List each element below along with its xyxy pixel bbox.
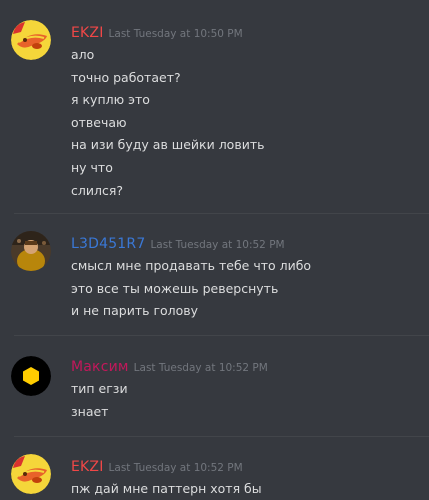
message-line: и не парить голову — [71, 303, 199, 319]
message-divider — [14, 335, 429, 336]
message-line: слился? — [71, 182, 124, 198]
message-divider — [14, 436, 429, 437]
message-line: смысл мне продавать тебе что либо — [71, 258, 312, 273]
timestamp: Last Tuesday at 10:52 PM — [133, 362, 268, 374]
message-header: EKZI Last Tuesday at 10:52 PM — [71, 456, 243, 476]
message-line: ало — [71, 47, 95, 62]
message-header: EKZI Last Tuesday at 10:50 PM — [71, 22, 243, 42]
message-line: я куплю это — [71, 92, 150, 108]
message-line: знает — [71, 403, 109, 419]
message-content: ало точно работает? я куплю это отвечаю … — [71, 44, 264, 202]
message-divider — [14, 213, 429, 214]
message-content: пж дай мне паттерн хотя бы — [71, 478, 262, 500]
username[interactable]: EKZI — [71, 459, 104, 475]
message-content: тип егзи знает — [71, 378, 128, 423]
timestamp: Last Tuesday at 10:52 PM — [150, 239, 285, 251]
message-line: на изи буду ав шейки ловить — [71, 137, 265, 153]
hotdog-avatar[interactable] — [11, 454, 51, 494]
message-content: смысл мне продавать тебе что либо это вс… — [71, 255, 311, 323]
username[interactable]: EKZI — [71, 25, 104, 41]
message-line: тип егзи — [71, 381, 128, 396]
timestamp: Last Tuesday at 10:52 PM — [108, 462, 243, 474]
message-line: точно работает? — [71, 69, 181, 85]
hotdog-avatar[interactable] — [11, 20, 51, 60]
message-line: пж дай мне паттерн хотя бы — [71, 481, 262, 496]
message-line: ну что — [71, 159, 113, 175]
username[interactable]: L3D451R7 — [71, 236, 145, 252]
message-line: это все ты можешь реверснуть — [71, 280, 279, 296]
message-line: отвечаю — [71, 114, 127, 130]
hexagon-avatar[interactable] — [11, 356, 51, 396]
message-header: Максим Last Tuesday at 10:52 PM — [71, 356, 268, 376]
chat-message-list: EKZI Last Tuesday at 10:50 PM ало точно р… — [0, 0, 429, 500]
message-header: L3D451R7 Last Tuesday at 10:52 PM — [71, 233, 285, 253]
username[interactable]: Максим — [71, 359, 129, 375]
photo-avatar[interactable] — [11, 231, 51, 271]
timestamp: Last Tuesday at 10:50 PM — [108, 28, 243, 40]
